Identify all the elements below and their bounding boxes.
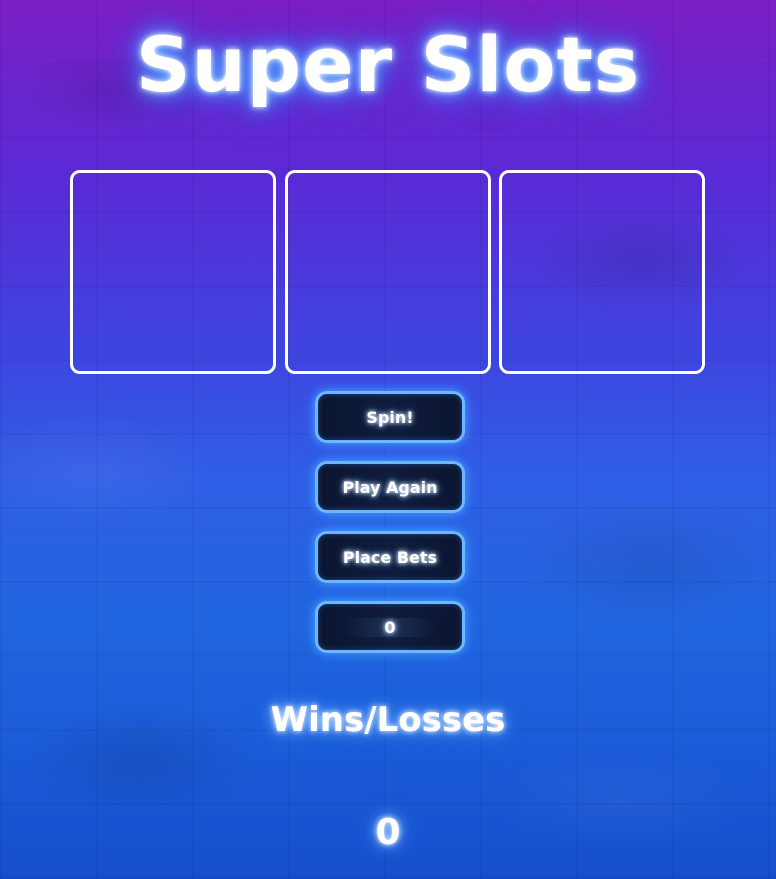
spin-button[interactable]: Spin! (315, 391, 465, 443)
slot-reel-2 (285, 170, 491, 374)
slot-reels (70, 170, 710, 380)
game-title: Super Slots (135, 20, 641, 109)
slot-reel-1 (70, 170, 276, 374)
place-bets-button[interactable]: Place Bets (315, 531, 465, 583)
spin-button-label: Spin! (366, 407, 414, 427)
play-again-button-label: Play Again (342, 477, 438, 497)
wins-losses-value: 0 (375, 812, 401, 853)
bet-amount-value: 0 (344, 617, 436, 637)
slot-reel-3 (499, 170, 705, 374)
wins-losses-label: Wins/Losses (270, 700, 506, 740)
bet-amount-field[interactable]: 0 (315, 601, 465, 653)
play-again-button[interactable]: Play Again (315, 461, 465, 513)
place-bets-button-label: Place Bets (342, 547, 438, 567)
